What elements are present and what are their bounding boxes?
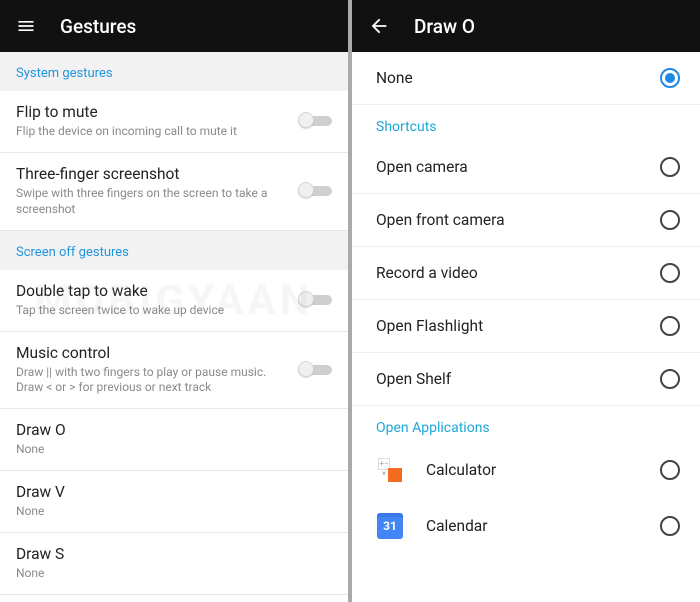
option-label: Open camera xyxy=(376,158,644,176)
gestures-screen: Gestures System gestures Flip to mute Fl… xyxy=(0,0,348,602)
section-shortcuts: Shortcuts xyxy=(352,105,700,141)
radio-open-shelf[interactable] xyxy=(660,369,680,389)
option-label: Record a video xyxy=(376,264,644,282)
row-draw-m[interactable]: Draw M xyxy=(0,595,348,602)
row-title: Music control xyxy=(16,344,286,363)
row-subtitle: Flip the device on incoming call to mute… xyxy=(16,124,286,140)
row-title: Draw O xyxy=(16,421,332,440)
radio-record-video[interactable] xyxy=(660,263,680,283)
row-double-tap-wake[interactable]: Double tap to wake Tap the screen twice … xyxy=(0,270,348,332)
back-icon[interactable] xyxy=(368,15,390,37)
option-open-shelf[interactable]: Open Shelf xyxy=(352,353,700,406)
row-title: Draw V xyxy=(16,483,332,502)
row-subtitle: Swipe with three fingers on the screen t… xyxy=(16,186,286,217)
section-open-applications: Open Applications xyxy=(352,406,700,442)
switch-flip-to-mute[interactable] xyxy=(298,112,332,130)
option-label: Open Shelf xyxy=(376,370,644,388)
app-calculator[interactable]: +−× Calculator xyxy=(352,442,700,498)
appbar-right: Draw O xyxy=(352,0,700,52)
row-subtitle: None xyxy=(16,504,332,520)
app-label: Calculator xyxy=(426,461,638,479)
option-open-camera[interactable]: Open camera xyxy=(352,141,700,194)
calculator-icon: +−× xyxy=(376,456,404,484)
row-music-control[interactable]: Music control Draw || with two fingers t… xyxy=(0,332,348,410)
draw-o-options: None Shortcuts Open camera Open front ca… xyxy=(352,52,700,602)
option-label: Open Flashlight xyxy=(376,317,644,335)
row-subtitle: None xyxy=(16,442,332,458)
appbar-left: Gestures xyxy=(0,0,348,52)
radio-open-front-camera[interactable] xyxy=(660,210,680,230)
option-label: Open front camera xyxy=(376,211,644,229)
option-label: None xyxy=(376,69,644,87)
option-none[interactable]: None xyxy=(352,52,700,105)
section-system-gestures: System gestures xyxy=(0,52,348,91)
app-calendar[interactable]: 31 Calendar xyxy=(352,498,700,554)
radio-none[interactable] xyxy=(660,68,680,88)
row-title: Double tap to wake xyxy=(16,282,286,301)
option-open-flashlight[interactable]: Open Flashlight xyxy=(352,300,700,353)
radio-open-flashlight[interactable] xyxy=(660,316,680,336)
switch-music-control[interactable] xyxy=(298,361,332,379)
radio-calculator[interactable] xyxy=(660,460,680,480)
app-label: Calendar xyxy=(426,517,638,535)
hamburger-icon[interactable] xyxy=(16,16,36,36)
row-subtitle: Draw || with two fingers to play or paus… xyxy=(16,365,286,396)
row-title: Draw S xyxy=(16,545,332,564)
switch-double-tap[interactable] xyxy=(298,291,332,309)
option-record-video[interactable]: Record a video xyxy=(352,247,700,300)
row-title: Three-finger screenshot xyxy=(16,165,286,184)
row-draw-v[interactable]: Draw V None xyxy=(0,471,348,533)
option-open-front-camera[interactable]: Open front camera xyxy=(352,194,700,247)
switch-three-finger[interactable] xyxy=(298,182,332,200)
row-draw-s[interactable]: Draw S None xyxy=(0,533,348,595)
row-subtitle: None xyxy=(16,566,332,582)
draw-o-screen: Draw O None Shortcuts Open camera Open f… xyxy=(352,0,700,602)
row-flip-to-mute[interactable]: Flip to mute Flip the device on incoming… xyxy=(0,91,348,153)
section-screen-off-gestures: Screen off gestures xyxy=(0,231,348,270)
calendar-icon: 31 xyxy=(376,512,404,540)
row-subtitle: Tap the screen twice to wake up device xyxy=(16,303,286,319)
gestures-list: System gestures Flip to mute Flip the de… xyxy=(0,52,348,602)
row-three-finger-screenshot[interactable]: Three-finger screenshot Swipe with three… xyxy=(0,153,348,231)
row-title: Flip to mute xyxy=(16,103,286,122)
page-title: Draw O xyxy=(414,15,475,38)
radio-open-camera[interactable] xyxy=(660,157,680,177)
page-title: Gestures xyxy=(60,15,136,38)
radio-calendar[interactable] xyxy=(660,516,680,536)
row-draw-o[interactable]: Draw O None xyxy=(0,409,348,471)
